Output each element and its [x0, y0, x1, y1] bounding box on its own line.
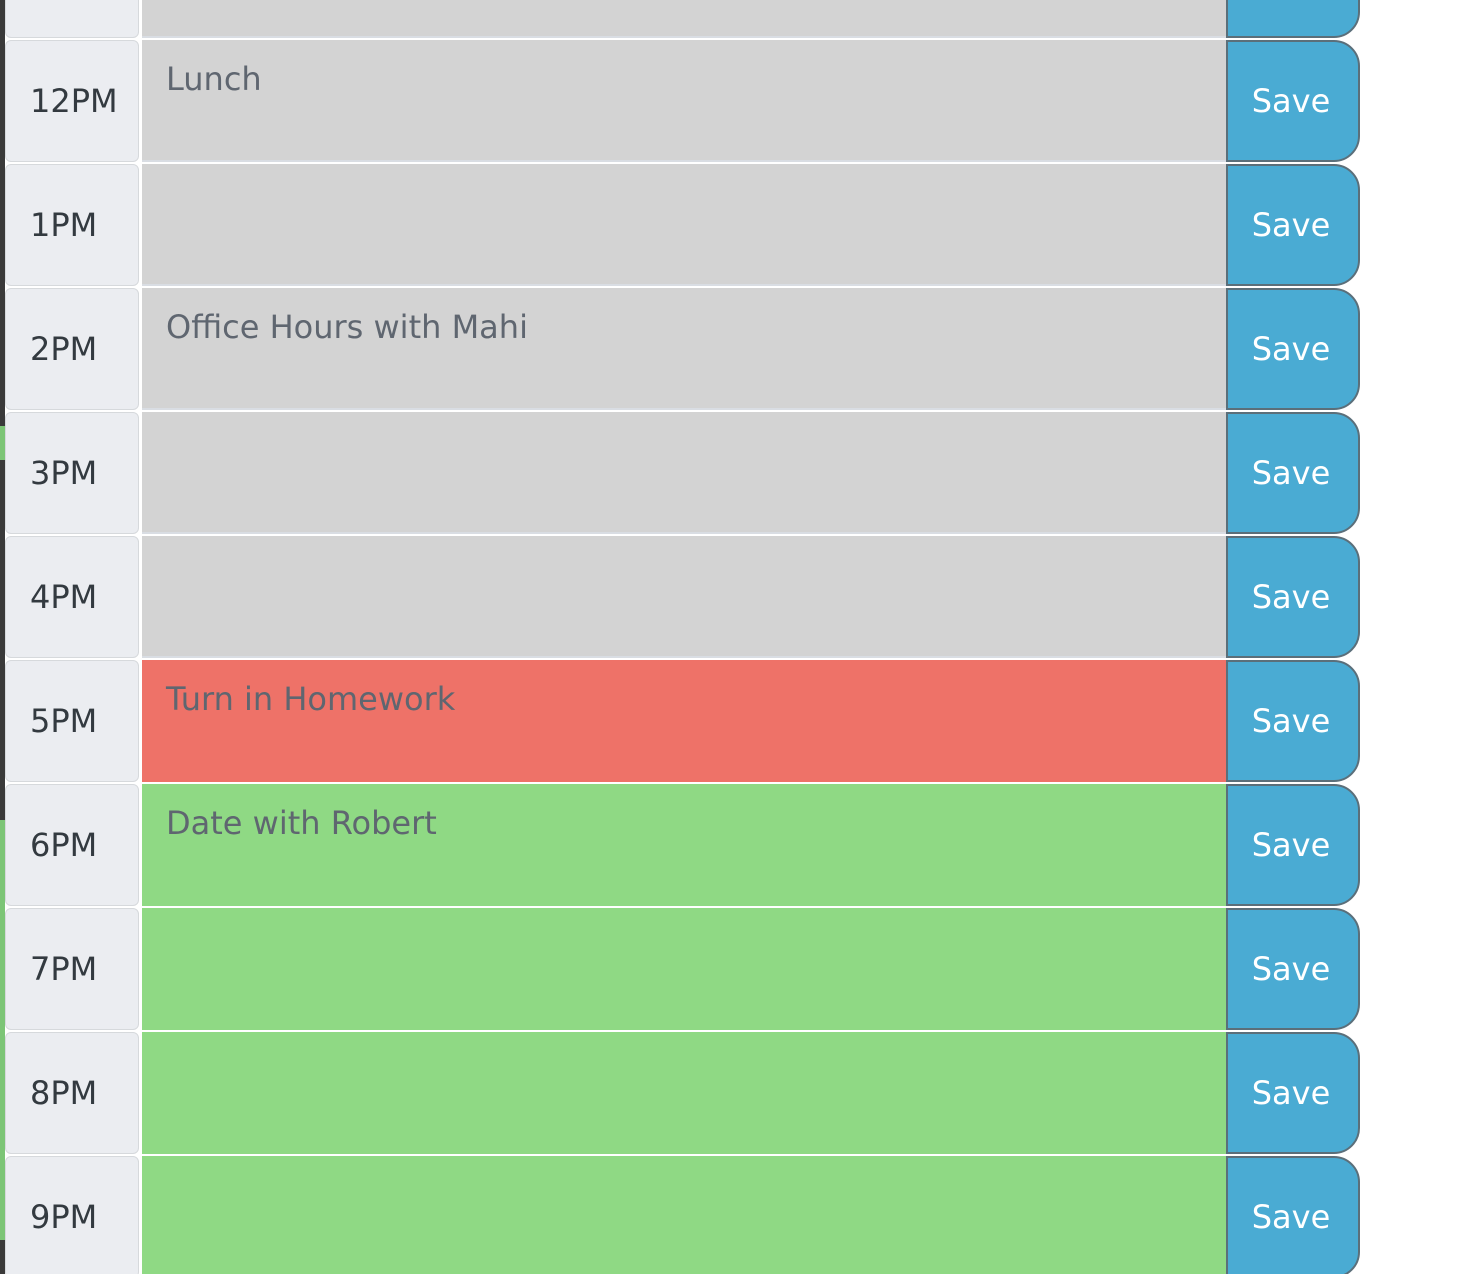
save-button[interactable]: Save: [1226, 1156, 1360, 1274]
save-button[interactable]: Save: [1226, 412, 1360, 534]
hour-label: 7PM: [5, 908, 139, 1030]
event-description[interactable]: [142, 1032, 1226, 1154]
time-block-row: 12PM Lunch Save: [5, 40, 1365, 164]
event-description[interactable]: Date with Robert: [142, 784, 1226, 906]
hour-label: 2PM: [5, 288, 139, 410]
save-button[interactable]: Save: [1226, 40, 1360, 162]
hour-label: 12PM: [5, 40, 139, 162]
hour-label: 1PM: [5, 164, 139, 286]
event-description[interactable]: [142, 1156, 1226, 1274]
event-description[interactable]: Turn in Homework: [142, 660, 1226, 782]
hourly-scheduler: Save 12PM Lunch Save 1PM Save 2PM Office…: [0, 0, 1482, 1274]
time-block-row: 4PM Save: [5, 536, 1365, 660]
save-button[interactable]: Save: [1226, 908, 1360, 1030]
save-button[interactable]: Save: [1226, 164, 1360, 286]
time-block-row: 5PM Turn in Homework Save: [5, 660, 1365, 784]
time-block-row: 1PM Save: [5, 164, 1365, 288]
time-block-row: 2PM Office Hours with Mahi Save: [5, 288, 1365, 412]
hour-label: 5PM: [5, 660, 139, 782]
save-button[interactable]: Save: [1226, 536, 1360, 658]
hour-label: 4PM: [5, 536, 139, 658]
time-block-row: 8PM Save: [5, 1032, 1365, 1156]
time-block-row: 7PM Save: [5, 908, 1365, 1032]
time-block-row: Save: [5, 0, 1365, 40]
save-button[interactable]: Save: [1226, 0, 1360, 38]
time-block-row: 6PM Date with Robert Save: [5, 784, 1365, 908]
event-description[interactable]: [142, 164, 1226, 286]
event-description[interactable]: [142, 536, 1226, 658]
save-button[interactable]: Save: [1226, 1032, 1360, 1154]
hour-label: [5, 0, 139, 38]
event-description[interactable]: [142, 908, 1226, 1030]
event-description[interactable]: Lunch: [142, 40, 1226, 162]
save-button[interactable]: Save: [1226, 288, 1360, 410]
hour-label: 3PM: [5, 412, 139, 534]
time-block-row: 3PM Save: [5, 412, 1365, 536]
event-description[interactable]: [142, 412, 1226, 534]
event-description[interactable]: [142, 0, 1226, 38]
hour-label: 9PM: [5, 1156, 139, 1274]
event-description[interactable]: Office Hours with Mahi: [142, 288, 1226, 410]
hour-label: 6PM: [5, 784, 139, 906]
time-block-row: 9PM Save: [5, 1156, 1365, 1274]
hour-label: 8PM: [5, 1032, 139, 1154]
save-button[interactable]: Save: [1226, 784, 1360, 906]
save-button[interactable]: Save: [1226, 660, 1360, 782]
